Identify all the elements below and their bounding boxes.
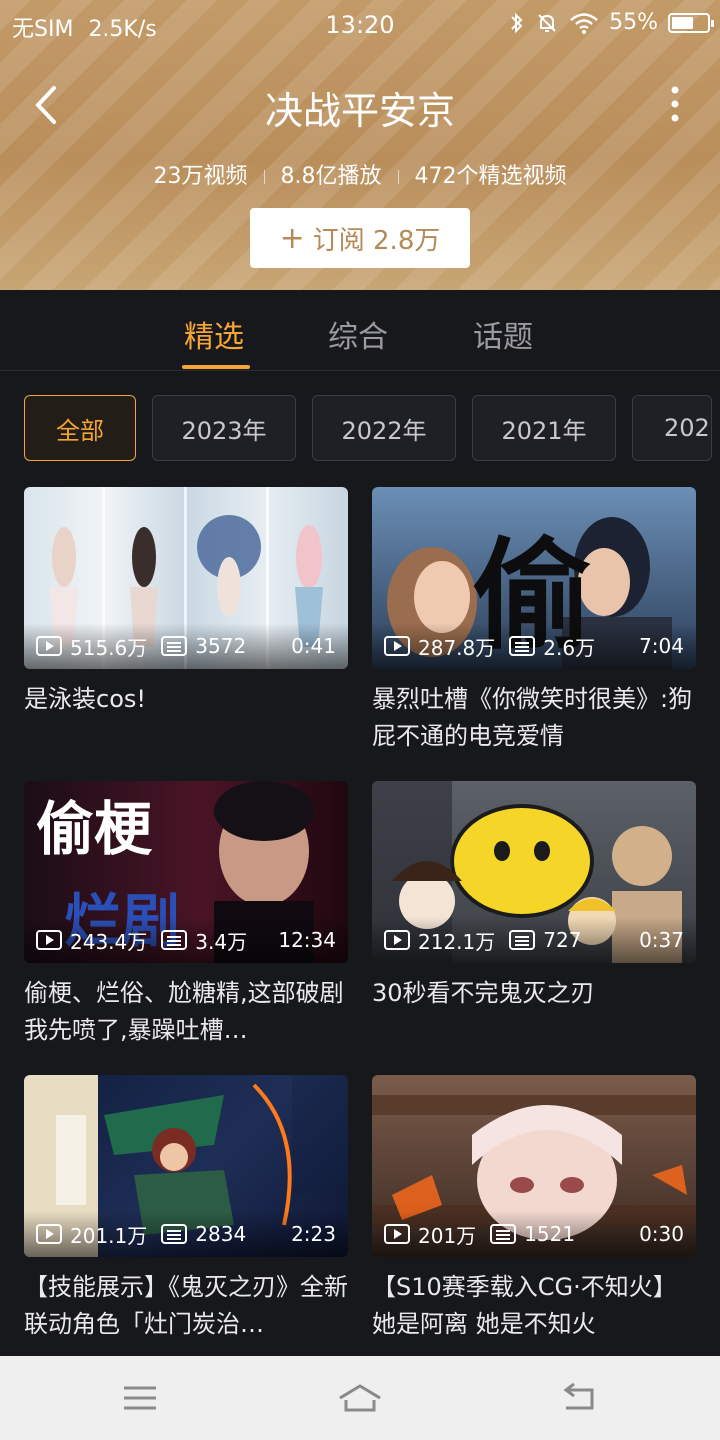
video-thumbnail: 201万 1521 0:30 <box>372 1075 696 1257</box>
video-thumbnail: 212.1万 727 0:37 <box>372 781 696 963</box>
tab-bar: 精选 综合 话题 <box>0 290 720 371</box>
video-title[interactable]: 暴烈吐槽《你微笑时很美》:狗屁不通的电竞爱情 <box>372 681 696 755</box>
video-title[interactable]: 【技能展示】《鬼灭之刃》全新联动角色「灶门炭治… <box>24 1269 348 1343</box>
danmaku-icon <box>161 1224 188 1244</box>
filter-2022[interactable]: 2022年 <box>312 395 456 461</box>
play-count-icon <box>384 636 410 656</box>
more-options-icon[interactable] <box>660 84 690 124</box>
active-tab-indicator <box>182 365 250 369</box>
menu-icon[interactable] <box>120 1382 160 1414</box>
video-title[interactable]: 【S10赛季载入CG·不知火】她是阿离 她是不知火 <box>372 1269 696 1343</box>
video-card[interactable]: 偷梗 烂剧 243.4万 3.4万 12:34 偷梗、烂俗、尬糖精,这部破剧我先… <box>24 781 348 1049</box>
play-count: 212.1万 <box>418 929 496 954</box>
play-count-icon <box>384 930 410 950</box>
danmaku-icon <box>161 930 188 950</box>
danmaku-count: 1521 <box>524 1222 576 1246</box>
year-filter: 全部 2023年 2022年 2021年 2020 <box>24 395 712 461</box>
danmaku-icon <box>509 930 536 950</box>
danmaku-icon <box>509 636 536 656</box>
video-duration: 2:23 <box>291 1222 336 1246</box>
video-duration: 0:30 <box>639 1222 684 1246</box>
danmaku-count: 727 <box>543 928 582 952</box>
featured-count: 472个精选视频 <box>414 164 567 189</box>
status-bar: 无SIM 2.5K/s 13:20 55% <box>0 0 720 52</box>
play-count: 201万 <box>418 1223 477 1248</box>
play-count: 515.6万 <box>70 635 148 660</box>
danmaku-count: 3572 <box>195 634 247 658</box>
battery-icon <box>668 12 714 33</box>
video-card[interactable]: 515.6万 3572 0:41 是泳装cos! <box>24 487 348 755</box>
video-card[interactable]: 201万 1521 0:30 【S10赛季载入CG·不知火】她是阿离 她是不知火 <box>372 1075 696 1343</box>
bluetooth-icon <box>511 12 523 33</box>
play-count: 287.8万 <box>418 635 496 660</box>
top-bar: 决战平安京 <box>0 70 720 140</box>
play-count-icon <box>384 1224 410 1244</box>
danmaku-count: 2.6万 <box>543 635 596 660</box>
play-count-icon <box>36 1224 62 1244</box>
play-count-icon <box>36 930 62 950</box>
filter-2023[interactable]: 2023年 <box>152 395 296 461</box>
divider <box>263 170 265 184</box>
page-title: 决战平安京 <box>264 89 455 133</box>
back-icon[interactable] <box>560 1382 600 1414</box>
system-nav-bar <box>0 1356 720 1440</box>
video-thumbnail: 201.1万 2834 2:23 <box>24 1075 348 1257</box>
subscribe-label: 订阅 2.8万 <box>312 225 441 256</box>
filter-2021[interactable]: 2021年 <box>472 395 616 461</box>
video-stats: 201万 1521 0:30 <box>372 1211 696 1257</box>
video-title[interactable]: 是泳装cos! <box>24 681 348 755</box>
home-icon[interactable] <box>336 1382 384 1414</box>
video-card[interactable]: 212.1万 727 0:37 30秒看不完鬼灭之刃 <box>372 781 696 1049</box>
video-title[interactable]: 偷梗、烂俗、尬糖精,这部破剧我先喷了,暴躁吐槽… <box>24 975 348 1049</box>
video-stats: 287.8万 2.6万 7:04 <box>372 623 696 669</box>
video-duration: 0:37 <box>639 928 684 952</box>
subscribe-button[interactable]: + 订阅 2.8万 <box>250 208 470 268</box>
video-duration: 7:04 <box>639 634 684 658</box>
video-thumbnail: 515.6万 3572 0:41 <box>24 487 348 669</box>
danmaku-icon <box>490 1224 517 1244</box>
wifi-icon <box>570 12 598 34</box>
video-stats: 243.4万 3.4万 12:34 <box>24 917 348 963</box>
battery-percent: 55% <box>609 10 658 35</box>
topic-stats: 23万视频 8.8亿播放 472个精选视频 <box>0 158 720 190</box>
filter-2020[interactable]: 2020 <box>632 395 712 461</box>
video-duration: 12:34 <box>278 928 336 952</box>
play-count-icon <box>36 636 62 656</box>
topic-header: 无SIM 2.5K/s 13:20 55% 决战平安京 23万视频 8.8亿播放 4… <box>0 0 720 290</box>
danmaku-count: 2834 <box>195 1222 247 1246</box>
mute-bell-icon <box>538 13 556 32</box>
video-stats: 201.1万 2834 2:23 <box>24 1211 348 1257</box>
tab-topics[interactable]: 话题 <box>473 312 533 356</box>
status-right: 55% <box>509 10 714 35</box>
video-thumbnail: 偷 287.8万 2.6万 7:04 <box>372 487 696 669</box>
play-count: 8.8亿播放 <box>280 164 382 189</box>
divider <box>397 170 399 184</box>
video-stats: 212.1万 727 0:37 <box>372 917 696 963</box>
video-card[interactable]: 201.1万 2834 2:23 【技能展示】《鬼灭之刃》全新联动角色「灶门炭治… <box>24 1075 348 1343</box>
play-count: 201.1万 <box>70 1223 148 1248</box>
filter-all[interactable]: 全部 <box>24 395 136 461</box>
video-thumbnail: 偷梗 烂剧 243.4万 3.4万 12:34 <box>24 781 348 963</box>
tab-general[interactable]: 综合 <box>328 312 388 356</box>
video-card[interactable]: 偷 287.8万 2.6万 7:04 暴烈吐槽《你微笑时很美》:狗屁不通的电竞爱… <box>372 487 696 755</box>
tab-featured[interactable]: 精选 <box>184 312 244 356</box>
video-duration: 0:41 <box>291 634 336 658</box>
thumbnail-caption: 偷梗 <box>36 795 153 863</box>
danmaku-count: 3.4万 <box>195 929 248 954</box>
play-count: 243.4万 <box>70 929 148 954</box>
plus-icon: + <box>279 220 305 256</box>
danmaku-icon <box>161 636 188 656</box>
video-title[interactable]: 30秒看不完鬼灭之刃 <box>372 975 696 1049</box>
video-count: 23万视频 <box>153 164 248 189</box>
video-stats: 515.6万 3572 0:41 <box>24 623 348 669</box>
